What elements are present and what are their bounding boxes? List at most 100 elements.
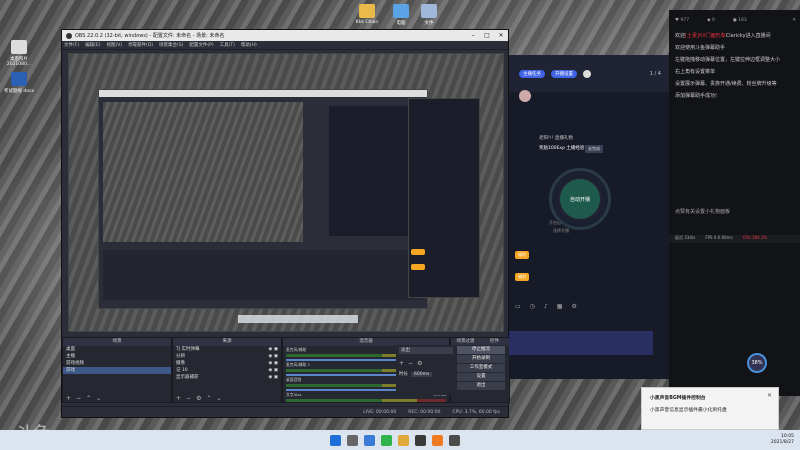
start-recording-button[interactable]: 开始录制	[457, 355, 505, 363]
folder-icon	[359, 4, 375, 18]
move-up-icon[interactable]: ⌃	[206, 395, 211, 402]
source-item[interactable]: 摄像 ◉ ▣	[173, 360, 281, 367]
danmu-chat-panel[interactable]: ♥ 977 ◆ 0 ● 163 ✕ 欢迎[土豪]XX门面形象Claricky进入…	[669, 10, 800, 396]
settings-button[interactable]: 设置	[457, 373, 505, 381]
duration-label: 时长	[399, 372, 408, 377]
menu-tools[interactable]: 工具(T)	[220, 42, 235, 48]
tab-anchor-task[interactable]: 主播任务	[519, 69, 545, 78]
studio-mode-button[interactable]: 工作室模式	[457, 364, 505, 372]
avatar[interactable]	[583, 69, 591, 78]
close-icon[interactable]: ✕	[767, 392, 772, 399]
obs-statusbar: LIVE: 00:00:00 REC: 00:00:00 CPU: 3.7%, …	[62, 406, 508, 417]
promo-banner[interactable]	[509, 331, 653, 355]
wechat-icon[interactable]	[381, 434, 392, 446]
scene-item[interactable]: 桌面	[63, 346, 171, 353]
network-speed-ball[interactable]: 38%	[747, 353, 767, 373]
stop-streaming-button[interactable]: 停止推流	[457, 346, 505, 354]
chat-message: 欢迎使用斗鱼弹幕助手	[675, 45, 726, 51]
menu-edit[interactable]: 编辑(E)	[85, 42, 100, 48]
menu-scene-collection[interactable]: 场景集合(S)	[159, 42, 183, 48]
obs-menubar: 文件(F) 编辑(E) 视图(V) 停靠部件(D) 场景集合(S) 配置文件(P…	[62, 41, 508, 50]
add-transition-icon[interactable]: +	[399, 360, 404, 367]
exit-button[interactable]: 退出	[457, 382, 505, 390]
obs-taskbar-icon[interactable]	[415, 434, 426, 446]
desktop-icon-file[interactable]: 文件	[412, 4, 446, 26]
visibility-eye-icon[interactable]: ◉ ▣	[268, 367, 278, 374]
minimize-icon[interactable]: –	[466, 32, 480, 39]
source-item[interactable]: TJ 实时弹幕 ◉ ▣	[173, 346, 281, 353]
live-panel-header: 主播任务 开播设置 1 / 4	[509, 55, 669, 92]
visibility-eye-icon[interactable]: ◉ ▣	[268, 353, 278, 360]
scene-item-selected[interactable]: 游戏	[63, 367, 171, 374]
obs-titlebar[interactable]: OBS 22.0.2 (32-bit, windows) - 配置文件: 未命名…	[62, 30, 508, 41]
obs-window[interactable]: OBS 22.0.2 (32-bit, windows) - 配置文件: 未命名…	[61, 29, 510, 418]
scenes-title: 场景	[63, 338, 171, 346]
select-live-hint: 选择开播	[553, 228, 569, 233]
close-icon[interactable]: ✕	[792, 18, 796, 23]
nested-obs-capture	[98, 89, 428, 309]
gear-icon[interactable]: ⚙	[417, 360, 422, 367]
transition-select[interactable]: 淡出	[399, 347, 453, 354]
desktop-icon-chain[interactable]: Kkk Chain	[350, 4, 384, 25]
maximize-icon[interactable]: □	[480, 32, 494, 39]
visibility-eye-icon[interactable]: ◉ ▣	[268, 374, 278, 381]
source-item[interactable]: 分辨 ◉ ▣	[173, 353, 281, 360]
camera-icon[interactable]: ▭	[515, 303, 521, 310]
chat-footer-tip: 点赞有关设置小礼物面板	[675, 209, 731, 215]
start-menu-icon[interactable]	[330, 434, 341, 446]
chat-message: 设置展示弹幕、贵族开通/续费、粉丝牌升级等	[675, 81, 777, 87]
notification-toast[interactable]: ✕ 小黑声音BGM插件控制台 小黑声音信息显示插件最小化到托盘	[641, 387, 779, 430]
add-source-icon[interactable]: +	[176, 395, 181, 402]
file-explorer-icon[interactable]	[398, 434, 409, 446]
window-title: OBS 22.0.2 (32-bit, windows) - 配置文件: 未命名…	[75, 33, 225, 39]
live-timer: LIVE: 00:00:00	[363, 409, 397, 415]
visibility-eye-icon[interactable]: ◉ ▣	[268, 360, 278, 367]
gear-icon[interactable]: ⚙	[196, 395, 201, 402]
add-scene-icon[interactable]: +	[66, 395, 71, 402]
source-item[interactable]: 显示器捕获 ◉ ▣	[173, 374, 281, 381]
close-icon[interactable]: ✕	[494, 32, 508, 39]
nested-live-panel	[408, 98, 480, 298]
menu-profile[interactable]: 配置文件(P)	[189, 42, 213, 48]
page-indicator: 1 / 4	[649, 70, 661, 77]
scene-item[interactable]: 主播	[63, 353, 171, 360]
desktop-icon-photo[interactable]: 桌面照片 2021080...	[2, 40, 36, 67]
menu-docks[interactable]: 停靠部件(D)	[128, 42, 153, 48]
duration-field[interactable]: 600ms	[411, 371, 433, 377]
complete-badge[interactable]: 去完成	[585, 145, 603, 153]
app-icon[interactable]	[449, 434, 460, 446]
file-icon	[421, 4, 437, 18]
edge-browser-icon[interactable]	[364, 434, 375, 446]
computer-icon	[393, 4, 409, 18]
visibility-eye-icon[interactable]: ◉ ▣	[268, 346, 278, 353]
scene-item[interactable]: 游戏视频	[63, 360, 171, 367]
auto-live-button[interactable]: 自动开播	[549, 168, 611, 230]
move-up-icon[interactable]: ⌃	[86, 395, 91, 402]
remove-scene-icon[interactable]: −	[76, 395, 81, 402]
source-item[interactable]: 记 10 ◉ ▣	[173, 367, 281, 374]
chat-message: 欢迎[土豪]XX门面形象Claricky进入直播间	[675, 33, 771, 39]
settings-icon[interactable]: ⚙	[571, 303, 576, 310]
share-icon[interactable]: ◷	[530, 303, 535, 310]
move-down-icon[interactable]: ⌄	[216, 395, 221, 402]
desktop-icon-doc[interactable]: 考试题规 docx	[2, 72, 36, 94]
tab-live-settings[interactable]: 开播设置	[551, 69, 577, 78]
remove-transition-icon[interactable]: −	[408, 360, 413, 367]
menu-view[interactable]: 视图(V)	[106, 42, 122, 48]
obs-preview[interactable]	[68, 53, 504, 332]
menu-file[interactable]: 文件(F)	[64, 42, 79, 48]
remove-source-icon[interactable]: −	[186, 395, 191, 402]
controls-panel: 停止推流 开始录制 工作室模式 设置 退出	[454, 345, 508, 400]
move-down-icon[interactable]: ⌄	[96, 395, 101, 402]
menu-help[interactable]: 帮助(H)	[241, 42, 257, 48]
taskbar-clock[interactable]: 10:05 2021/8/27	[771, 434, 794, 446]
grid-icon[interactable]: ▦	[557, 303, 563, 310]
side-tag[interactable]: 福利	[515, 273, 529, 281]
douyu-icon[interactable]	[432, 434, 443, 446]
chat-message: 右上角有设置菜单	[675, 69, 716, 75]
viewer-count: ● 163	[732, 17, 747, 23]
search-icon[interactable]	[347, 434, 358, 446]
chat-message: 添加弹幕助手成功!	[675, 93, 718, 99]
side-tag[interactable]: 福利	[515, 251, 529, 259]
mic-icon[interactable]: ♪	[544, 303, 548, 310]
